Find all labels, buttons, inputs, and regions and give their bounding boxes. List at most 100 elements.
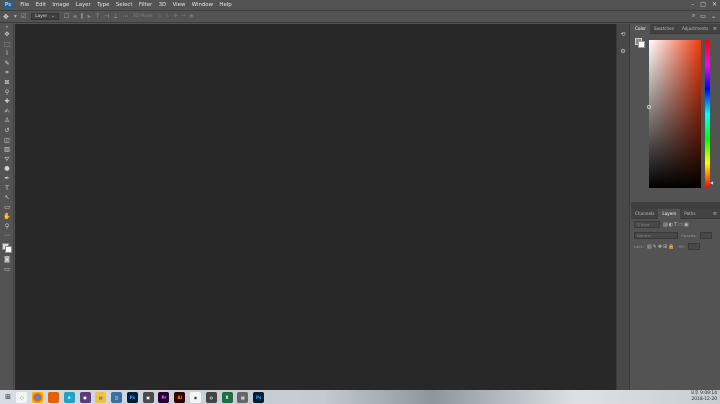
- properties-panel-icon[interactable]: ⚙: [617, 46, 629, 58]
- edge-icon[interactable]: e: [63, 391, 75, 403]
- align-center-icon[interactable]: ⫼: [81, 13, 84, 21]
- chrome-icon[interactable]: [32, 391, 44, 403]
- quick-mask-icon[interactable]: ◙: [0, 255, 14, 265]
- align-left-icon[interactable]: ⫷: [73, 13, 76, 21]
- app-icon[interactable]: ▦: [237, 391, 249, 403]
- tab-color[interactable]: Color: [631, 23, 650, 34]
- menu-image[interactable]: Image: [49, 2, 72, 8]
- saturation-brightness-field[interactable]: [647, 40, 701, 188]
- frame-tool-icon[interactable]: ⊠: [0, 78, 14, 88]
- menu-file[interactable]: File: [17, 2, 32, 8]
- menu-help[interactable]: Help: [216, 2, 235, 8]
- file-explorer-icon[interactable]: ▤: [95, 391, 107, 403]
- dodge-tool-icon[interactable]: ●: [0, 164, 14, 174]
- eraser-tool-icon[interactable]: ◫: [0, 136, 14, 146]
- color-swatches[interactable]: [0, 241, 14, 255]
- panel-menu-icon[interactable]: ≡: [713, 209, 717, 219]
- app-icon[interactable]: ▣: [142, 391, 154, 403]
- store-icon[interactable]: ◫: [111, 391, 123, 403]
- premiere-taskbar-icon[interactable]: Pr: [158, 391, 170, 403]
- layer-filter-icons[interactable]: ▨◐T▭▣: [663, 222, 690, 228]
- color-picker-cursor[interactable]: [647, 105, 651, 109]
- type-tool-icon[interactable]: T: [0, 184, 14, 194]
- tab-swatches[interactable]: Swatches: [650, 24, 678, 34]
- edit-toolbar-icon[interactable]: ⋯: [0, 231, 14, 241]
- history-brush-tool-icon[interactable]: ↺: [0, 126, 14, 136]
- slide-3d-icon[interactable]: ⇔: [182, 14, 186, 19]
- healing-brush-tool-icon[interactable]: ✚: [0, 97, 14, 107]
- app-icon[interactable]: ●: [79, 391, 91, 403]
- hand-tool-icon[interactable]: ✋: [0, 212, 14, 222]
- chevron-down-icon[interactable]: ⌄: [711, 13, 716, 20]
- align-right-icon[interactable]: ⫸: [87, 13, 90, 21]
- menu-view[interactable]: View: [169, 2, 188, 8]
- menu-layer[interactable]: Layer: [73, 2, 94, 8]
- app-icon[interactable]: ◉: [189, 391, 201, 403]
- menu-window[interactable]: Window: [189, 2, 217, 8]
- clock-date[interactable]: 2018-12-20: [691, 397, 717, 403]
- move-tool-icon[interactable]: ✥: [0, 30, 14, 40]
- auto-select-checkbox[interactable]: ☑: [21, 13, 26, 20]
- align-bottom-icon[interactable]: ⊥: [113, 13, 118, 20]
- background-color-swatch[interactable]: [5, 246, 12, 254]
- lasso-tool-icon[interactable]: ⌇: [0, 49, 14, 59]
- align-top-icon[interactable]: ⊤: [95, 13, 100, 20]
- firefox-icon[interactable]: [47, 391, 59, 403]
- app-icon[interactable]: ◍: [205, 391, 217, 403]
- auto-select-dropdown[interactable]: Layer ⌄: [31, 13, 59, 20]
- document-canvas-area[interactable]: [15, 24, 616, 390]
- windows-start-icon[interactable]: ⊞: [2, 390, 14, 404]
- excel-taskbar-icon[interactable]: X: [221, 391, 233, 403]
- blur-tool-icon[interactable]: ⛛: [0, 155, 14, 165]
- quick-select-tool-icon[interactable]: ✎: [0, 59, 14, 69]
- background-color-swatch[interactable]: [638, 41, 645, 48]
- history-panel-icon[interactable]: ⟲: [617, 29, 629, 41]
- search-icon[interactable]: ⌕: [692, 12, 695, 20]
- menu-filter[interactable]: Filter: [136, 2, 156, 8]
- zoom-tool-icon[interactable]: ⚲: [0, 222, 14, 232]
- gradient-tool-icon[interactable]: ▥: [0, 145, 14, 155]
- menu-3d[interactable]: 3D: [155, 2, 169, 8]
- photoshop-taskbar-icon[interactable]: Ps: [253, 391, 265, 403]
- layer-filter-dropdown[interactable]: ⚲ Kind: [634, 221, 660, 228]
- roll-3d-icon[interactable]: ↻: [166, 14, 170, 19]
- scale-3d-icon[interactable]: ▣: [189, 14, 193, 19]
- align-middle-icon[interactable]: ⊣: [104, 13, 109, 20]
- marquee-tool-icon[interactable]: ⬚: [0, 40, 14, 50]
- hue-slider[interactable]: [705, 40, 710, 188]
- path-selection-tool-icon[interactable]: ↖: [0, 193, 14, 203]
- transform-controls-checkbox[interactable]: ☐: [64, 13, 69, 20]
- photoshop-taskbar-icon[interactable]: Ps: [126, 391, 138, 403]
- more-icon[interactable]: ⋯: [123, 13, 129, 20]
- tab-channels[interactable]: Channels: [631, 209, 658, 219]
- illustrator-taskbar-icon[interactable]: Ai: [174, 391, 186, 403]
- orbit-3d-icon[interactable]: ◎: [158, 14, 162, 19]
- fill-field[interactable]: [687, 243, 700, 250]
- menu-select[interactable]: Select: [113, 2, 136, 8]
- tab-paths[interactable]: Paths: [680, 209, 699, 219]
- menu-edit[interactable]: Edit: [32, 2, 49, 8]
- panel-menu-icon[interactable]: ≡: [713, 24, 717, 34]
- crop-tool-icon[interactable]: ⌗: [0, 68, 14, 78]
- tab-layers[interactable]: Layers: [658, 208, 681, 219]
- chevron-down-icon[interactable]: ▾: [14, 13, 17, 20]
- move-tool-preset-icon[interactable]: ✥: [3, 13, 9, 21]
- pen-tool-icon[interactable]: ✒: [0, 174, 14, 184]
- hue-slider-arrow-icon[interactable]: ◀: [710, 180, 713, 185]
- brush-tool-icon[interactable]: ✍: [0, 107, 14, 117]
- opacity-field[interactable]: [699, 232, 712, 239]
- tab-adjustments[interactable]: Adjustments: [678, 24, 712, 34]
- menu-type[interactable]: Type: [94, 2, 113, 8]
- workspace-icon[interactable]: ▭: [700, 13, 706, 20]
- pan-3d-icon[interactable]: ✥: [174, 14, 178, 19]
- lock-icons[interactable]: ▧✎✥⊞🔒: [647, 244, 676, 250]
- maximize-button[interactable]: □: [700, 1, 706, 8]
- clone-stamp-tool-icon[interactable]: ♙: [0, 116, 14, 126]
- close-button[interactable]: ✕: [712, 1, 717, 8]
- search-icon[interactable]: ○: [16, 391, 28, 403]
- blend-mode-dropdown[interactable]: Normal: [634, 232, 678, 239]
- eyedropper-tool-icon[interactable]: ⚲: [0, 88, 14, 98]
- rectangle-tool-icon[interactable]: ▭: [0, 203, 14, 213]
- screen-mode-icon[interactable]: ▭: [0, 265, 14, 275]
- minimize-button[interactable]: –: [691, 1, 694, 8]
